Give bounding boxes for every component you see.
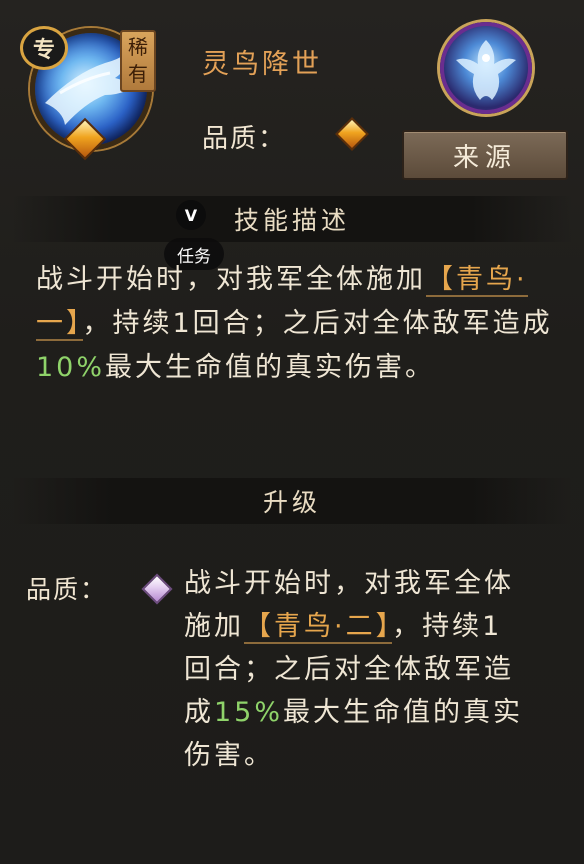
- skill-description: 战斗开始时，对我军全体施加【青鸟·一】，持续1回合；之后对全体敌军造成10%最大…: [36, 258, 556, 390]
- task-toggle-icon[interactable]: V: [176, 200, 206, 230]
- upgrade-description: 战斗开始时，对我军全体施加【青鸟·二】，持续1回合；之后对全体敌军造成15%最大…: [184, 562, 529, 777]
- source-button[interactable]: 来源: [402, 130, 568, 180]
- quality-gem-small-icon: [335, 117, 369, 151]
- description-text-middle: ，持续1回合；之后对全体敌军造成: [82, 308, 553, 339]
- description-percent: 10%: [36, 352, 106, 383]
- upgrade-quality-gem-icon: [141, 573, 173, 605]
- hero-avatar[interactable]: [440, 22, 532, 114]
- quality-label: 品质：: [202, 124, 287, 154]
- description-text-before: 战斗开始时，对我军全体施加: [36, 264, 426, 295]
- upgrade-percent: 15%: [214, 697, 284, 728]
- description-section-header: 技能描述: [12, 196, 572, 242]
- skill-detail-panel: 专 稀有 灵鸟降世 品质： 来源 技能描述 V 任务 战斗开始时，对我军全体施加…: [0, 0, 584, 864]
- phoenix-hero-icon: [456, 40, 516, 100]
- skill-name: 灵鸟降世: [202, 49, 322, 80]
- rarity-badge: 稀有: [120, 30, 156, 92]
- upgrade-quality-label: 品质：: [26, 575, 108, 604]
- upgrade-status-name: 【青鸟·二】: [244, 611, 393, 644]
- upgrade-section-header: 升级: [12, 478, 572, 524]
- exclusive-badge: 专: [20, 26, 68, 70]
- description-text-after: 最大生命值的真实伤害。: [105, 352, 436, 383]
